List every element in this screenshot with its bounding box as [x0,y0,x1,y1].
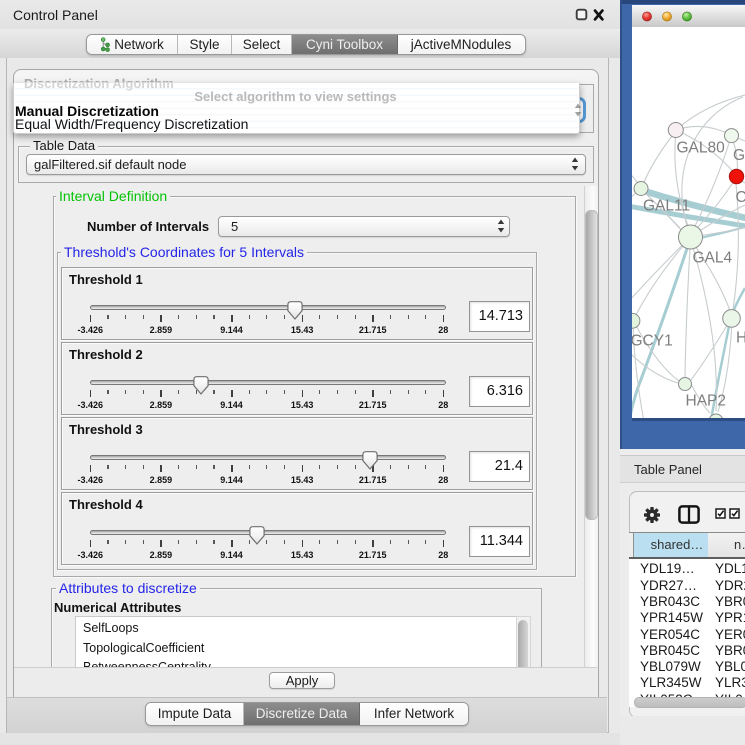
svg-text:GCY1: GCY1 [632,333,673,350]
svg-text:C: C [736,189,745,206]
svg-text:GAL11: GAL11 [643,198,690,215]
svg-text:GAL4: GAL4 [693,250,733,267]
svg-text:H: H [736,330,745,347]
svg-text:HAP2: HAP2 [686,393,727,410]
svg-text:GA: GA [733,147,745,164]
svg-text:GAL80: GAL80 [677,140,726,157]
